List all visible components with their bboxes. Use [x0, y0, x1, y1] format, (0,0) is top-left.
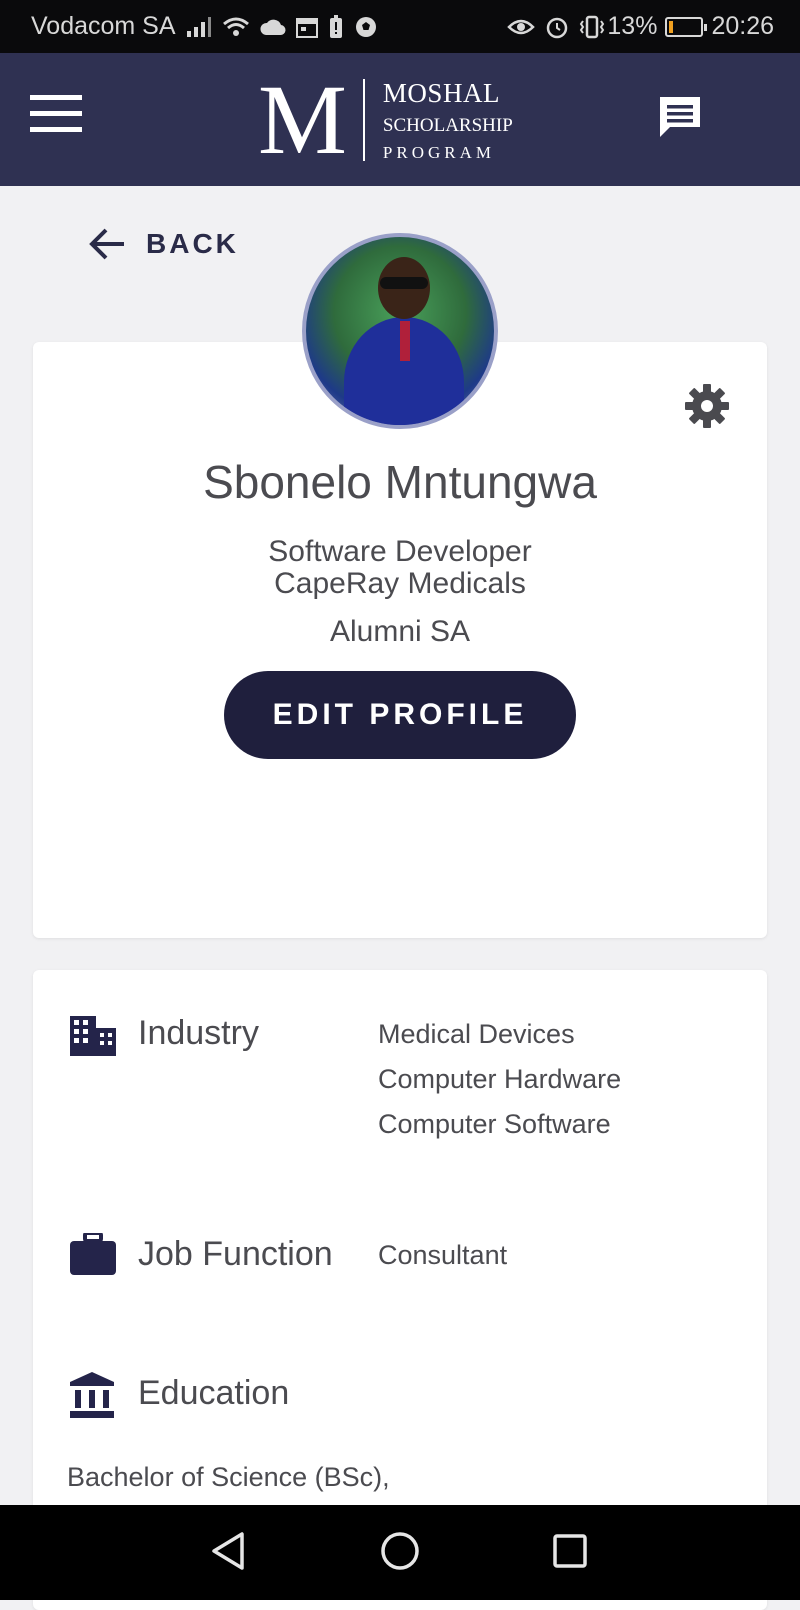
cloud-icon	[260, 19, 286, 35]
briefcase-icon	[70, 1233, 116, 1275]
industry-value: Computer Hardware	[378, 1064, 622, 1094]
battery-level-fill	[669, 20, 674, 33]
industry-value: Medical Devices	[378, 1019, 575, 1049]
logo-line-3: PROGRAM	[382, 142, 496, 162]
gear-icon[interactable]	[683, 382, 731, 430]
battery-icon	[665, 16, 708, 37]
soccer-icon	[355, 16, 376, 37]
edit-profile-button[interactable]: EDIT PROFILE	[224, 671, 576, 759]
industry-label: Industry	[138, 1014, 259, 1052]
profile-name: Sbonelo Mntungwa	[203, 456, 597, 508]
eye-icon	[507, 19, 536, 34]
alarm-icon	[547, 17, 568, 38]
building-icon	[70, 1016, 116, 1056]
calendar-icon	[295, 17, 318, 38]
vibrate-icon	[580, 15, 605, 38]
avatar	[302, 233, 498, 429]
industry-value: Computer Software	[378, 1109, 611, 1139]
battery-saver-icon	[329, 14, 342, 38]
job-function-label: Job Function	[138, 1235, 333, 1273]
logo-line-1: MOSHAL	[382, 77, 500, 108]
carrier-name: Vodacom SA	[31, 12, 176, 40]
status-bar: Vodacom SA 13% 20:26	[0, 0, 800, 53]
hamburger-menu-icon[interactable]	[30, 95, 82, 135]
profile-job-title: Software Developer	[268, 535, 532, 568]
battery-percent: 13%	[607, 12, 658, 40]
institution-icon	[70, 1372, 114, 1418]
moshal-logo: M MOSHAL SCHOLARSHIP PROGRAM	[258, 64, 513, 175]
wifi-icon	[222, 17, 249, 36]
android-nav-bar	[0, 1505, 800, 1600]
education-label: Education	[138, 1374, 290, 1412]
nav-home-icon[interactable]	[380, 1531, 420, 1571]
nav-recents-icon[interactable]	[552, 1531, 588, 1571]
education-value: Bachelor of Science (BSc),	[67, 1462, 390, 1492]
logo-line-2: SCHOLARSHIP	[382, 114, 513, 136]
app-header: M MOSHAL SCHOLARSHIP PROGRAM	[0, 53, 800, 186]
signal-icon	[186, 16, 211, 37]
arrow-left-icon	[89, 228, 124, 260]
profile-group: Alumni SA	[329, 615, 471, 648]
back-button[interactable]: BACK	[88, 226, 239, 262]
profile-company: CapeRay Medicals	[274, 567, 526, 600]
industry-values: Medical Devices Computer Hardware Comput…	[378, 1012, 621, 1147]
back-label: BACK	[146, 228, 239, 259]
logo-letter: M	[258, 64, 347, 175]
chat-icon[interactable]	[656, 93, 704, 141]
nav-back-icon[interactable]	[210, 1531, 246, 1571]
job-function-value: Consultant	[378, 1240, 508, 1270]
clock: 20:26	[711, 12, 774, 40]
